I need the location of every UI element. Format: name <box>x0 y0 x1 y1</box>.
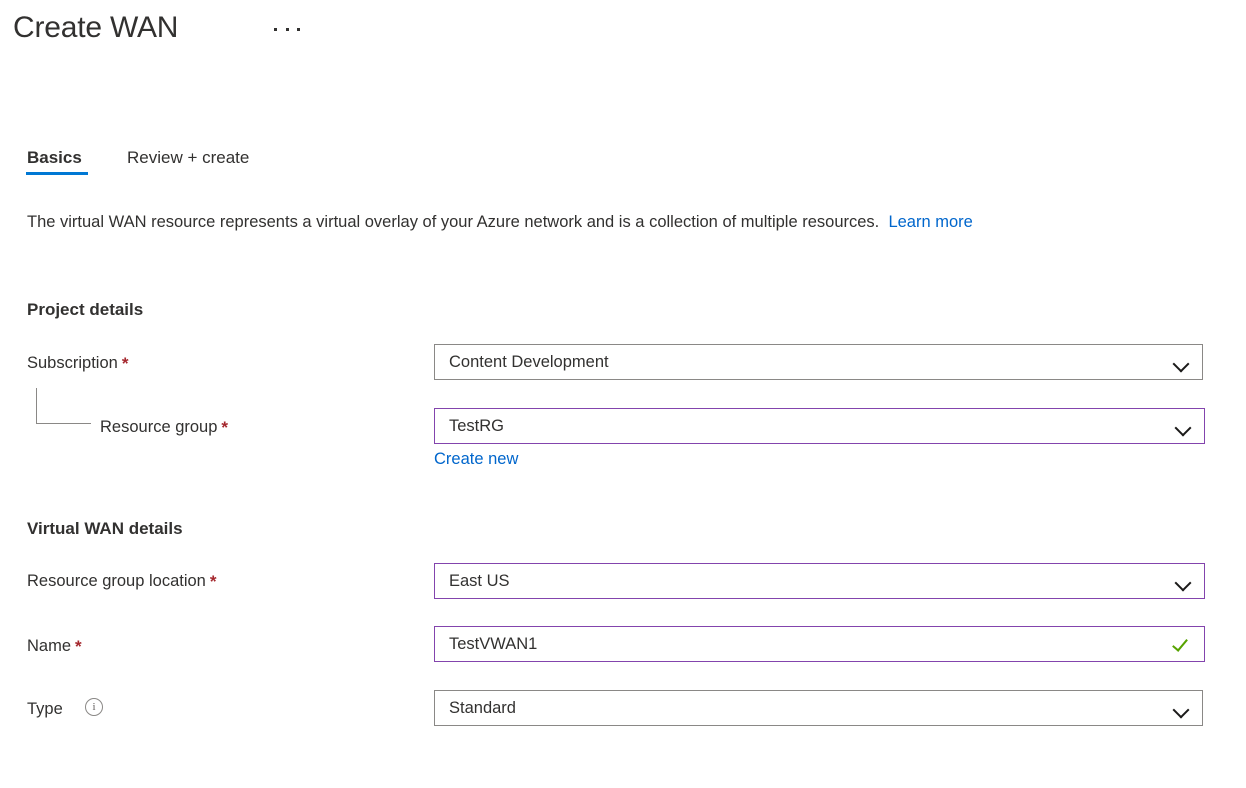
required-indicator: * <box>221 418 229 437</box>
active-tab-indicator <box>26 172 88 175</box>
page-title: Create WAN <box>13 11 179 44</box>
chevron-down-icon <box>1160 358 1202 366</box>
label-subscription-text: Subscription <box>27 354 118 372</box>
subscription-dropdown[interactable]: Content Development <box>434 344 1203 380</box>
label-name-text: Name <box>27 637 72 655</box>
label-resource-group-text: Resource group <box>100 418 218 436</box>
form-description: The virtual WAN resource represents a vi… <box>27 208 1187 236</box>
tab-bar: Basics Review + create <box>0 140 1246 180</box>
label-resource-group-location-text: Resource group location <box>27 572 206 590</box>
resource-group-location-value: East US <box>449 571 510 590</box>
learn-more-link[interactable]: Learn more <box>888 213 972 231</box>
label-name: Name * <box>27 635 82 658</box>
label-resource-group: Resource group * <box>100 416 228 439</box>
tab-basics[interactable]: Basics <box>27 140 82 176</box>
create-new-resource-group-link[interactable]: Create new <box>434 450 518 469</box>
name-value: TestVWAN1 <box>449 634 538 653</box>
resource-group-value: TestRG <box>449 416 505 435</box>
label-type: Type <box>27 698 63 720</box>
ellipsis-dot <box>297 27 300 31</box>
ellipsis-dot <box>274 27 277 31</box>
resource-group-location-dropdown[interactable]: East US <box>434 563 1205 599</box>
label-subscription: Subscription * <box>27 352 128 375</box>
name-input[interactable]: TestVWAN1 <box>434 626 1205 662</box>
type-dropdown[interactable]: Standard <box>434 690 1203 726</box>
label-resource-group-location: Resource group location * <box>27 570 216 593</box>
section-heading-project-details: Project details <box>27 300 144 319</box>
info-icon[interactable]: i <box>85 698 103 716</box>
tab-review-create[interactable]: Review + create <box>127 140 249 176</box>
check-icon <box>1162 637 1204 651</box>
resource-group-dropdown[interactable]: TestRG <box>434 408 1205 444</box>
required-indicator: * <box>121 354 129 373</box>
required-indicator: * <box>209 572 217 591</box>
chevron-down-icon <box>1162 422 1204 430</box>
subscription-value: Content Development <box>449 352 609 371</box>
section-heading-virtual-wan-details: Virtual WAN details <box>27 519 183 538</box>
label-type-text: Type <box>27 700 63 718</box>
chevron-down-icon <box>1162 577 1204 585</box>
more-options-button[interactable] <box>272 18 302 40</box>
tree-connector-line <box>36 388 91 424</box>
chevron-down-icon <box>1160 704 1202 712</box>
required-indicator: * <box>75 637 82 656</box>
ellipsis-dot <box>285 27 289 31</box>
description-text: The virtual WAN resource represents a vi… <box>27 213 880 231</box>
page-header: Create WAN <box>0 0 1246 70</box>
type-value: Standard <box>449 698 516 717</box>
